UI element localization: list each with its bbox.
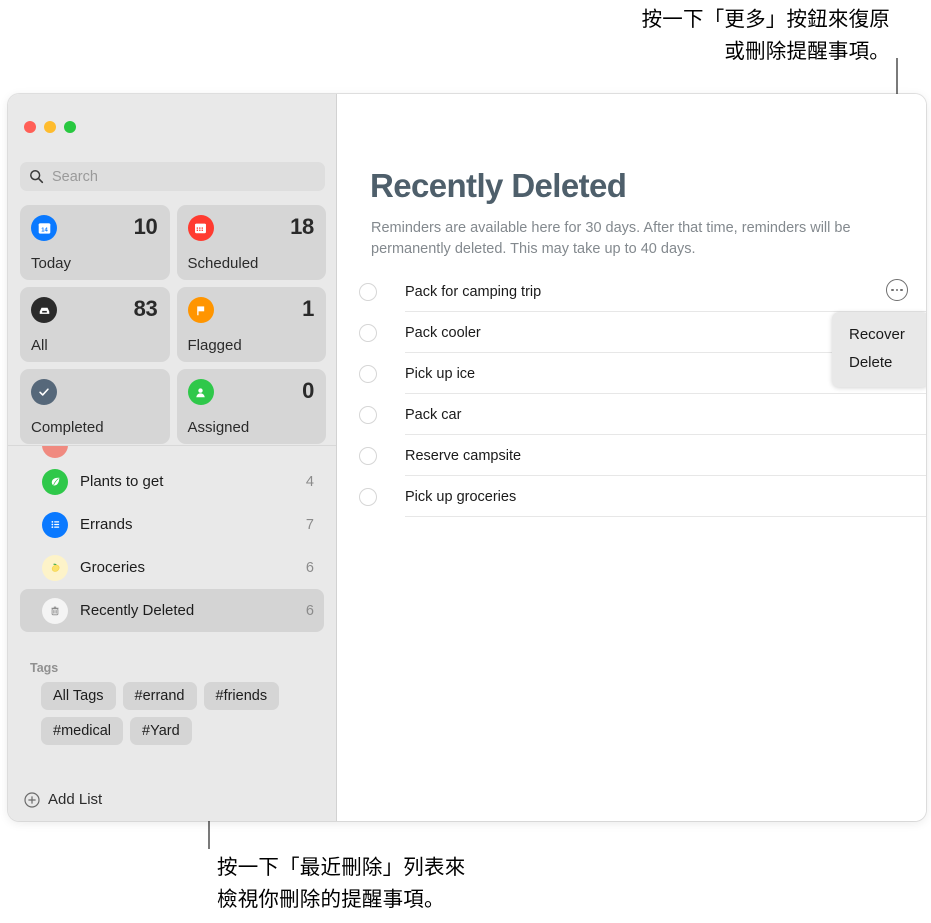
person-icon	[187, 379, 214, 405]
more-button[interactable]	[886, 279, 908, 301]
reminder-row[interactable]: Pick up groceries	[338, 476, 926, 517]
list-color-icon	[42, 446, 68, 458]
reminders-list: Pack for camping trip Pack cooler Pick u…	[338, 271, 926, 517]
svg-text:14: 14	[41, 227, 48, 233]
reminder-title: Pack for camping trip	[405, 283, 542, 300]
smart-list-flagged[interactable]: 1 Flagged	[176, 287, 326, 362]
page-description: Reminders are available here for 30 days…	[371, 220, 851, 257]
smart-list-count: 0	[302, 378, 314, 403]
menu-item-recover[interactable]: Recover	[832, 321, 926, 349]
smart-list-assigned[interactable]: 0 Assigned	[176, 369, 326, 444]
reminder-title: Pick up groceries	[405, 488, 517, 505]
user-lists: Plants to get 4 Errands 7 Groceries 6 Re…	[8, 445, 336, 632]
context-menu: Recover Delete	[832, 312, 926, 387]
list-item-label: Errands	[80, 516, 133, 533]
dot	[900, 288, 903, 292]
smart-list-completed[interactable]: Completed	[20, 369, 170, 444]
reminder-checkbox[interactable]	[359, 487, 377, 506]
smart-list-label: Scheduled	[187, 255, 259, 272]
add-list-label: Add List	[48, 791, 103, 808]
callout-annotation-bottom: 按一下「最近刪除」列表來 檢視你刪除的提醒事項。	[217, 856, 466, 911]
trash-icon	[42, 597, 68, 624]
list-item-label: Recently Deleted	[80, 602, 195, 619]
tags-heading: Tags	[30, 661, 59, 675]
smart-list-count: 10	[133, 214, 158, 239]
list-item-label: Plants to get	[80, 473, 164, 490]
list-item-partial-above[interactable]	[8, 446, 336, 460]
minimize-button[interactable]	[44, 121, 56, 133]
smart-list-all[interactable]: 83 All	[20, 287, 170, 362]
smart-list-label: Assigned	[187, 419, 250, 436]
search-icon	[30, 170, 44, 184]
list-item-count: 4	[305, 473, 314, 490]
screenshot-root: 按一下「更多」按鈕來復原 或刪除提醒事項。 按一下「最近刪除」列表來 檢視你刪除…	[0, 0, 931, 923]
reminder-checkbox[interactable]	[359, 282, 377, 301]
smart-list-label: Completed	[31, 419, 104, 436]
reminder-title: Pick up ice	[405, 365, 476, 382]
page-title: Recently Deleted	[370, 167, 627, 204]
list-item-count: 6	[305, 559, 314, 576]
tag-chip-yard[interactable]: #Yard	[130, 717, 192, 745]
reminder-row[interactable]: Reserve campsite	[338, 435, 926, 476]
menu-item-delete[interactable]: Delete	[832, 349, 926, 377]
smart-lists-grid: 14 10 Today 18 Scheduled 83 All 1 Flagge…	[20, 205, 326, 444]
reminder-row[interactable]: Pack car	[338, 394, 926, 435]
tag-chip-all-tags[interactable]: All Tags	[41, 682, 116, 710]
flag-icon	[187, 297, 214, 323]
smart-list-label: Flagged	[187, 337, 242, 354]
list-item-count: 6	[305, 602, 314, 619]
reminder-checkbox[interactable]	[359, 364, 377, 383]
checkmark-icon	[31, 379, 57, 405]
smart-list-label: All	[31, 337, 48, 354]
reminder-row[interactable]: Pack for camping trip	[338, 271, 926, 312]
smart-list-count: 83	[133, 296, 158, 321]
list-item-errands[interactable]: Errands 7	[20, 503, 324, 546]
reminder-checkbox[interactable]	[359, 405, 377, 424]
add-list-button[interactable]: Add List	[24, 791, 102, 808]
reminder-title: Reserve campsite	[405, 447, 522, 464]
list-item-count: 7	[305, 516, 314, 533]
leaf-icon	[42, 468, 68, 495]
sidebar: 14 10 Today	[8, 94, 337, 821]
lemon-icon	[42, 554, 68, 581]
reminder-checkbox[interactable]	[359, 323, 377, 342]
reminder-title: Pack car	[405, 406, 462, 423]
zoom-button[interactable]	[64, 121, 76, 133]
dot	[895, 288, 899, 292]
smart-list-count: 18	[290, 214, 314, 239]
search-field[interactable]	[20, 162, 325, 191]
tag-chip-friends[interactable]: #friends	[203, 682, 280, 710]
inbox-tray-icon	[31, 297, 57, 323]
callout-annotation-top: 按一下「更多」按鈕來復原 或刪除提醒事項。	[641, 8, 890, 63]
reminder-title: Pack cooler	[405, 324, 481, 341]
list-item-recently-deleted[interactable]: Recently Deleted 6	[20, 589, 324, 632]
tags-list: All Tags #errand #friends #medical #Yard	[8, 682, 337, 745]
search-input[interactable]	[52, 162, 316, 191]
close-button[interactable]	[24, 121, 36, 133]
window-controls	[24, 121, 76, 133]
calendar-day-icon: 14	[31, 215, 57, 241]
tag-chip-errand[interactable]: #errand	[122, 682, 197, 710]
tags-section: Tags All Tags #errand #friends #medical …	[8, 661, 337, 745]
smart-list-count: 1	[302, 296, 314, 321]
smart-list-scheduled[interactable]: 18 Scheduled	[176, 205, 326, 280]
reminders-app-window: 14 10 Today	[8, 94, 926, 821]
plus-circle-icon	[24, 791, 40, 808]
tag-chip-medical[interactable]: #medical	[41, 717, 124, 745]
dot	[891, 288, 894, 292]
list-item-label: Groceries	[80, 559, 146, 576]
main-content: Recently Deleted Reminders are available…	[338, 94, 926, 821]
list-item-plants-to-get[interactable]: Plants to get 4	[20, 460, 324, 503]
smart-list-today[interactable]: 14 10 Today	[20, 205, 170, 280]
list-item-groceries[interactable]: Groceries 6	[20, 546, 324, 589]
smart-list-label: Today	[31, 255, 72, 272]
reminder-checkbox[interactable]	[359, 446, 377, 465]
list-icon	[42, 511, 68, 538]
calendar-icon	[187, 215, 214, 241]
